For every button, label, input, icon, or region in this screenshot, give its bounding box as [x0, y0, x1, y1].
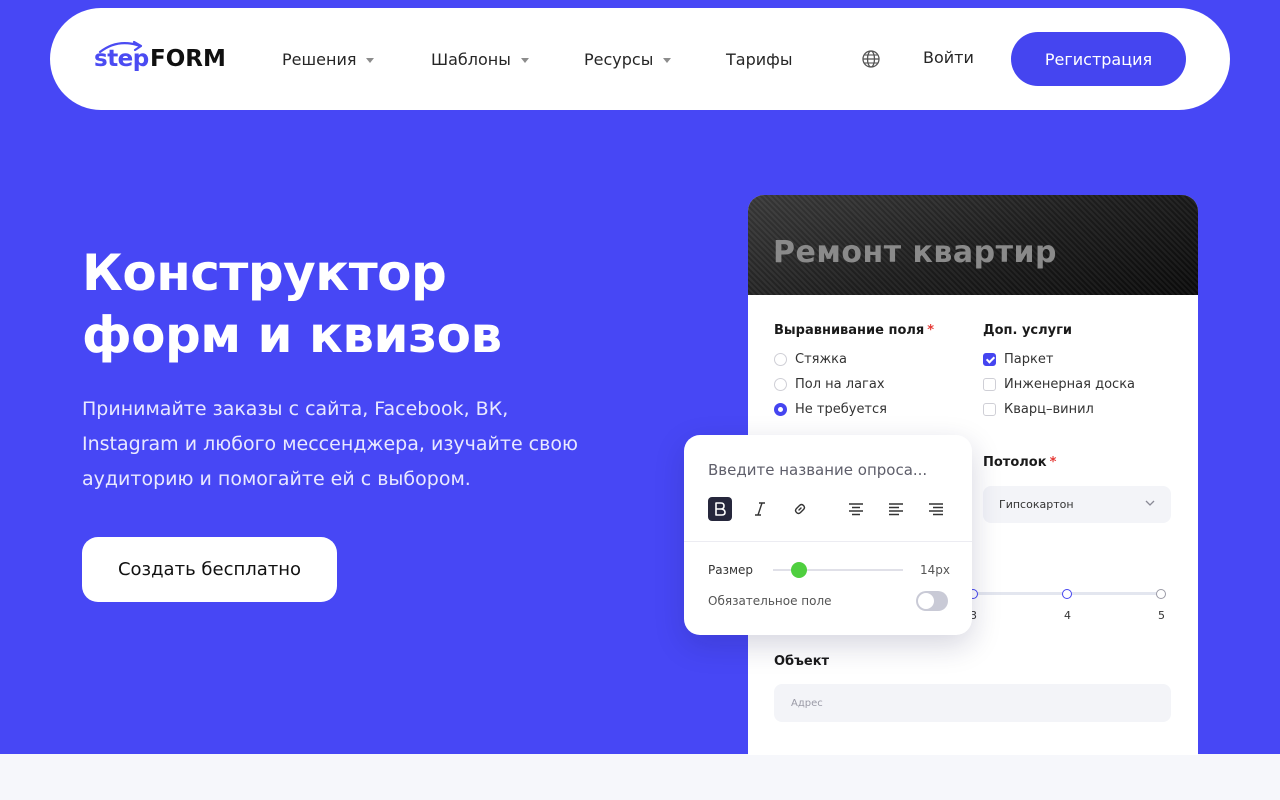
link-icon[interactable] — [788, 497, 812, 521]
rating-scale-point[interactable] — [1156, 589, 1166, 599]
hero-subtitle-line: Принимайте заказы с сайта, Facebook, ВК, — [82, 398, 509, 420]
hero-subtitle-line: аудиторию и помогайте ей с выбором. — [82, 468, 471, 490]
radio-label: Не требуется — [795, 402, 887, 417]
radio-option[interactable]: Стяжка — [774, 352, 847, 367]
alignment-field-label: Выравнивание поля * — [774, 323, 934, 338]
nav-item-label: Ресурсы — [584, 49, 654, 69]
field-editor-panel: Введите название опроса... Размер 14px О… — [684, 435, 972, 635]
italic-icon[interactable] — [748, 497, 772, 521]
form-banner: Ремонт квартир — [748, 195, 1198, 295]
logo-form-text: FORM — [150, 46, 226, 72]
address-input[interactable]: Адрес — [774, 684, 1171, 722]
top-navbar: step FORM Решения Шаблоны Ресурсы Тарифы… — [50, 8, 1230, 110]
required-mark: * — [927, 323, 935, 338]
ceiling-select[interactable]: Гипсокартон — [983, 486, 1171, 523]
stepform-logo[interactable]: step FORM — [94, 40, 244, 76]
bold-icon[interactable] — [708, 497, 732, 521]
extras-field-label: Доп. услуги — [983, 323, 1073, 338]
nav-item-templates[interactable]: Шаблоны — [431, 48, 529, 70]
nav-item-resources[interactable]: Ресурсы — [584, 48, 672, 70]
login-link[interactable]: Войти — [923, 48, 974, 67]
required-field-label: Обязательное поле — [708, 594, 832, 608]
size-label: Размер — [708, 563, 754, 577]
nav-item-label: Тарифы — [726, 49, 793, 69]
field-label-text: Потолок — [983, 455, 1047, 470]
rating-scale-label: 4 — [1064, 609, 1071, 622]
radio-option[interactable]: Пол на лагах — [774, 377, 885, 392]
checkbox-checked[interactable] — [983, 353, 996, 366]
rating-scale-label: 5 — [1158, 609, 1165, 622]
hero-title-line: Конструктор — [82, 244, 447, 302]
radio-label: Стяжка — [795, 352, 847, 367]
field-label-text: Выравнивание поля — [774, 323, 925, 338]
checkbox-label: Паркет — [1004, 352, 1054, 367]
ceiling-field-label: Потолок * — [983, 455, 1056, 470]
signup-button[interactable]: Регистрация — [1011, 32, 1186, 86]
radio-button[interactable] — [774, 353, 787, 366]
checkbox-option[interactable]: Паркет — [983, 352, 1053, 367]
hero-subtitle-line: Instagram и любого мессенджера, изучайте… — [82, 433, 578, 455]
editor-divider — [684, 541, 972, 542]
nav-item-label: Шаблоны — [431, 49, 511, 69]
survey-title-input[interactable]: Введите название опроса... — [708, 461, 948, 479]
size-slider-knob[interactable] — [791, 562, 807, 578]
select-value: Гипсокартон — [999, 498, 1074, 511]
checkbox-option[interactable]: Кварц–винил — [983, 402, 1094, 417]
hero-title: Конструктор форм и квизов — [82, 242, 642, 366]
caret-down-icon — [663, 57, 672, 63]
hero-subtitle: Принимайте заказы с сайта, Facebook, ВК,… — [82, 392, 642, 497]
align-left-icon[interactable] — [884, 497, 908, 521]
align-right-icon[interactable] — [924, 497, 948, 521]
nav-item-solutions[interactable]: Решения — [282, 48, 375, 70]
logo-step-text: step — [94, 46, 149, 72]
align-center-icon[interactable] — [844, 497, 868, 521]
create-free-button[interactable]: Создать бесплатно — [82, 537, 337, 602]
banner-title: Ремонт квартир — [773, 235, 1057, 270]
bottom-section-bg — [0, 754, 1280, 800]
object-field-label: Объект — [774, 654, 830, 669]
nav-item-label: Решения — [282, 49, 357, 69]
required-toggle[interactable] — [916, 591, 948, 611]
chevron-down-icon — [1145, 500, 1155, 506]
radio-label: Пол на лагах — [795, 377, 885, 392]
hero-title-line: форм и квизов — [82, 306, 502, 364]
checkbox[interactable] — [983, 378, 996, 391]
radio-button[interactable] — [774, 378, 787, 391]
radio-option[interactable]: Не требуется — [774, 402, 887, 417]
size-value: 14px — [920, 563, 950, 577]
globe-icon[interactable] — [861, 49, 881, 69]
checkbox-label: Инженерная доска — [1004, 377, 1136, 392]
checkbox-option[interactable]: Инженерная доска — [983, 377, 1135, 392]
checkbox[interactable] — [983, 403, 996, 416]
required-mark: * — [1049, 455, 1057, 470]
nav-item-pricing[interactable]: Тарифы — [726, 48, 792, 70]
rating-scale-point[interactable] — [1062, 589, 1072, 599]
caret-down-icon — [366, 57, 375, 63]
radio-button-selected[interactable] — [774, 403, 787, 416]
caret-down-icon — [520, 57, 529, 63]
checkbox-label: Кварц–винил — [1004, 402, 1094, 417]
